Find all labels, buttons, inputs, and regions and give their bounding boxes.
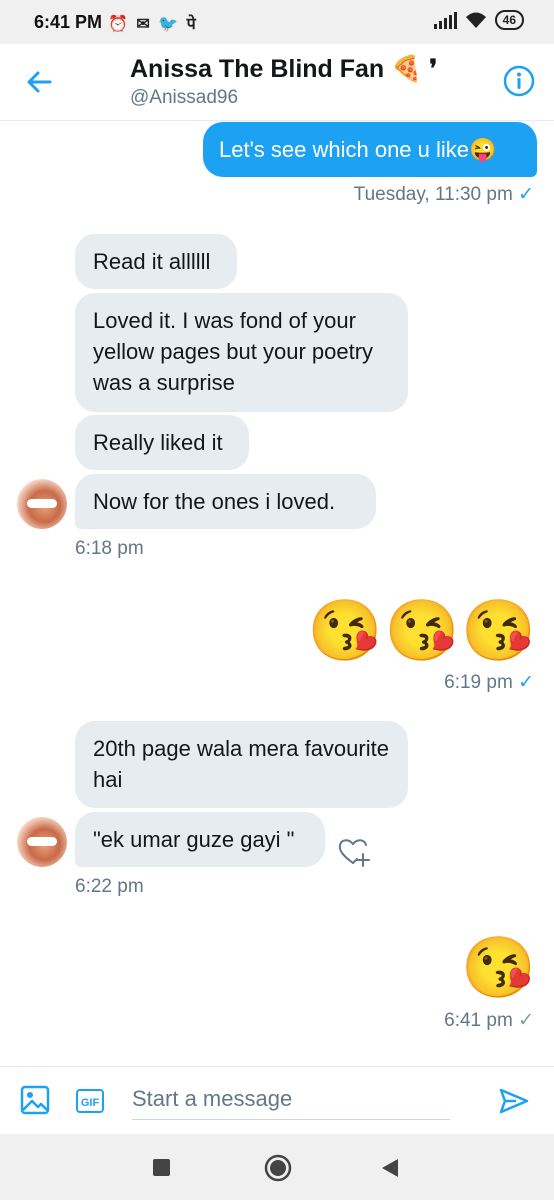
contact-avatar[interactable] xyxy=(17,817,67,867)
incoming-message[interactable]: Read it allllll xyxy=(75,234,237,289)
outgoing-emoji-message[interactable]: 😘 xyxy=(461,933,536,1003)
contact-name[interactable]: Anissa The Blind Fan 🍕 ❜ xyxy=(130,54,437,84)
info-icon[interactable] xyxy=(502,64,536,98)
timestamp-text: 6:41 pm xyxy=(444,1010,513,1031)
image-icon[interactable] xyxy=(20,1085,50,1115)
timestamp-text: 6:19 pm xyxy=(444,672,513,693)
incoming-message[interactable]: Really liked it xyxy=(75,415,249,470)
back-button[interactable] xyxy=(380,1158,400,1178)
incoming-message[interactable]: Now for the ones i loved. xyxy=(75,474,376,529)
status-time: 6:41 PM xyxy=(34,12,103,32)
status-bar: 6:41 PM ⏰ ✉ 🐦 पे 46 xyxy=(0,0,554,44)
gif-icon[interactable]: GIF xyxy=(76,1089,104,1113)
recents-button[interactable] xyxy=(153,1159,170,1176)
system-nav-bar xyxy=(0,1134,554,1200)
status-right: 46 xyxy=(433,10,524,30)
wifi-icon xyxy=(465,12,486,28)
outgoing-message[interactable]: Let's see which one u like😜 xyxy=(203,122,537,177)
contact-handle[interactable]: @Anissad96 xyxy=(130,87,238,109)
compose-bar: GIF xyxy=(0,1066,554,1135)
message-timestamp: 6:41 pm ✓ xyxy=(444,1009,534,1032)
incoming-message[interactable]: 20th page wala mera favourite hai xyxy=(75,721,408,808)
conversation-header: Anissa The Blind Fan 🍕 ❜ @Anissad96 xyxy=(0,44,554,121)
notification-icons: ⏰ ✉ 🐦 पे xyxy=(108,16,198,33)
sent-check-icon: ✓ xyxy=(518,1010,534,1031)
read-check-icon: ✓ xyxy=(518,672,534,693)
message-timestamp: 6:19 pm ✓ xyxy=(444,671,534,694)
message-timestamp: Tuesday, 11:30 pm ✓ xyxy=(354,183,534,206)
timestamp-text: Tuesday, 11:30 pm xyxy=(353,184,513,205)
signal-icon xyxy=(433,11,457,29)
back-arrow-icon[interactable] xyxy=(24,66,56,98)
like-heart-icon[interactable] xyxy=(337,836,371,868)
incoming-message[interactable]: "ek umar guze gayi " xyxy=(75,812,325,867)
send-icon[interactable] xyxy=(498,1087,530,1115)
read-check-icon: ✓ xyxy=(518,184,534,205)
message-timestamp: 6:18 pm xyxy=(75,538,144,559)
outgoing-emoji-message[interactable]: 😘😘😘 xyxy=(308,596,538,666)
battery-icon: 46 xyxy=(494,10,524,30)
home-button[interactable] xyxy=(264,1154,292,1182)
incoming-message[interactable]: Loved it. I was fond of your yellow page… xyxy=(75,293,408,412)
contact-avatar[interactable] xyxy=(17,479,67,529)
message-timestamp: 6:22 pm xyxy=(75,876,144,897)
message-input[interactable] xyxy=(132,1079,450,1120)
